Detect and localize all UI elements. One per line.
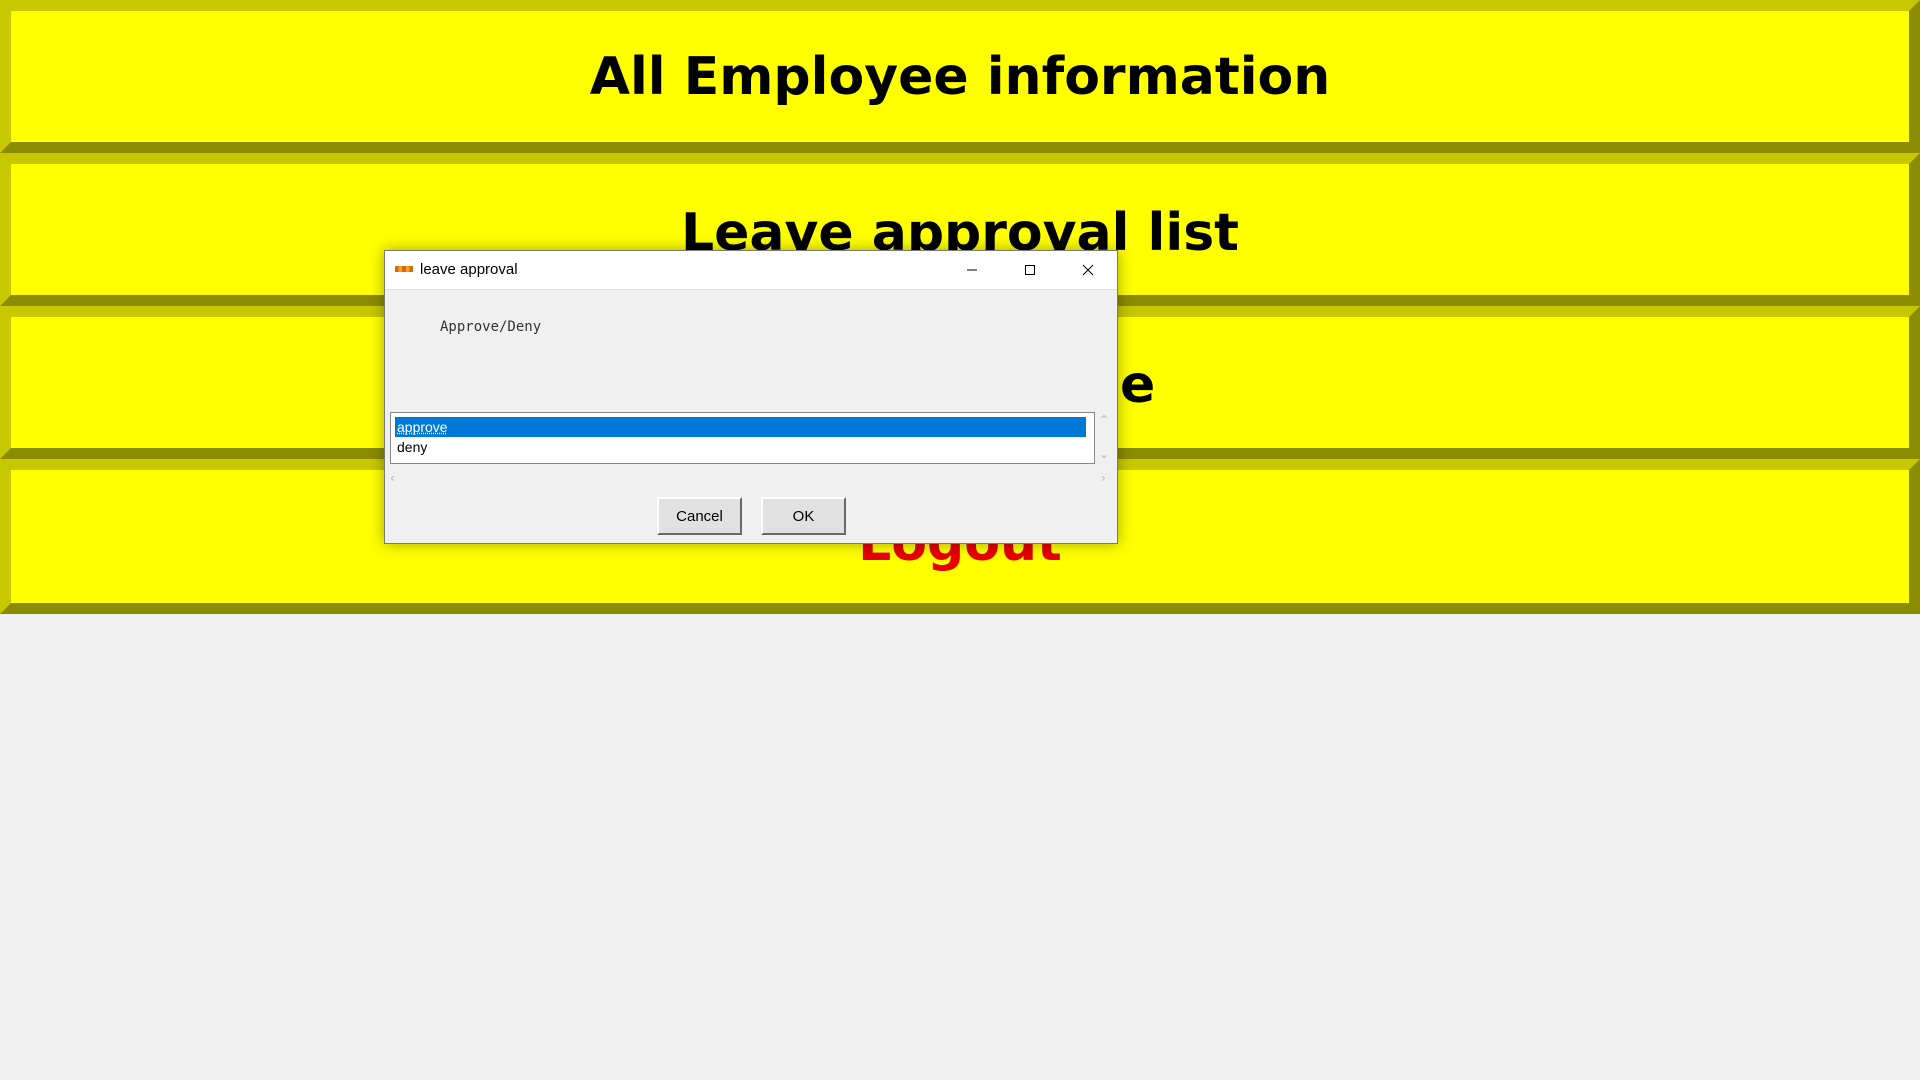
scroll-up-icon[interactable]: ⌃	[1099, 414, 1109, 426]
scroll-right-icon[interactable]: ›	[1101, 472, 1106, 484]
scroll-down-icon[interactable]: ⌄	[1099, 448, 1109, 460]
dialog-titlebar[interactable]: leave approval	[385, 251, 1117, 290]
maximize-button[interactable]	[1001, 251, 1059, 289]
list-item-approve[interactable]: approve	[395, 417, 1086, 437]
prompt-label: Approve/Deny	[440, 319, 542, 335]
minimize-icon	[967, 269, 977, 271]
close-button[interactable]	[1059, 251, 1117, 289]
scroll-left-icon[interactable]: ‹	[390, 472, 395, 484]
dialog-title: leave approval	[420, 261, 518, 278]
employee-info-button[interactable]: All Employee information	[0, 0, 1920, 153]
leave-approval-dialog: leave approval Approve/Deny approve deny…	[384, 250, 1118, 544]
approval-listbox[interactable]: approve deny	[390, 412, 1095, 464]
app-icon	[395, 266, 413, 272]
cancel-button[interactable]: Cancel	[657, 497, 742, 535]
minimize-button[interactable]	[943, 251, 1001, 289]
maximize-icon	[1025, 265, 1035, 275]
third-menu-label-fragment: e	[1120, 355, 1156, 415]
employee-info-label: All Employee information	[589, 46, 1331, 107]
list-item-deny[interactable]: deny	[395, 437, 1086, 457]
vertical-scrollbar[interactable]: ⌃ ⌄	[1096, 412, 1113, 464]
close-icon	[1082, 264, 1094, 276]
horizontal-scrollbar[interactable]: ‹ ›	[390, 470, 1113, 487]
ok-button[interactable]: OK	[761, 497, 846, 535]
